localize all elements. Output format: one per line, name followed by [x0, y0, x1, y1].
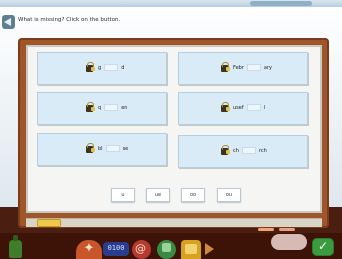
- word-card[interactable]: bl se: [37, 133, 167, 166]
- missing-letters-slot[interactable]: [246, 64, 261, 71]
- padlock-icon: [86, 102, 95, 112]
- word-card[interactable]: usef l: [178, 92, 308, 125]
- star-button[interactable]: ✦: [76, 240, 102, 259]
- padlock-icon: [221, 62, 230, 72]
- padlock-icon: [221, 102, 230, 112]
- sponge-eraser-icon: [37, 219, 61, 227]
- word-text: Febr ary: [233, 64, 273, 71]
- yellow-button[interactable]: [181, 240, 201, 259]
- option-button-ou[interactable]: ou: [217, 188, 241, 202]
- star-icon: ✦: [83, 241, 95, 256]
- green-button[interactable]: [157, 240, 176, 259]
- word-text: gd: [98, 64, 125, 71]
- word-card[interactable]: gd: [37, 52, 167, 85]
- bottle-icon[interactable]: [9, 235, 22, 258]
- missing-letters-slot[interactable]: [246, 104, 261, 111]
- clock-display[interactable]: 0100: [103, 242, 129, 256]
- ok-button[interactable]: ✓: [312, 238, 334, 256]
- decoration-icon: [271, 234, 307, 250]
- clock-digits: 0100: [107, 244, 125, 252]
- top-scroll-strip: [0, 0, 342, 7]
- word-text: ch rch: [233, 147, 267, 154]
- word-text: bl se: [98, 145, 129, 152]
- missing-letters-slot[interactable]: [241, 147, 256, 154]
- folder-icon: [185, 244, 197, 254]
- missing-letters-slot[interactable]: [105, 145, 120, 152]
- chalk-icon: [279, 228, 295, 231]
- missing-letters-slot[interactable]: [104, 104, 119, 111]
- chalk-icon: [258, 228, 274, 231]
- check-icon: ✓: [317, 239, 329, 253]
- padlock-icon: [86, 62, 95, 72]
- option-button-oo[interactable]: oo: [181, 188, 205, 202]
- padlock-icon: [86, 143, 95, 153]
- option-button-ue[interactable]: ue: [146, 188, 170, 202]
- missing-letters-slot[interactable]: [104, 64, 119, 71]
- swirl-icon: @: [135, 242, 146, 255]
- option-button-u[interactable]: u: [111, 188, 135, 202]
- swirl-button[interactable]: @: [132, 240, 151, 259]
- instruction-text: What is missing? Click on the button.: [18, 17, 121, 23]
- speaker-icon: [4, 18, 11, 26]
- word-card[interactable]: ch rch: [178, 135, 308, 168]
- speaker-button[interactable]: [2, 15, 15, 29]
- word-text: q en: [98, 104, 128, 111]
- scrollbar-thumb[interactable]: [250, 1, 312, 6]
- word-card[interactable]: q en: [37, 92, 167, 125]
- word-text: usef l: [233, 104, 266, 111]
- chalk-tray: [26, 218, 322, 227]
- padlock-icon: [221, 145, 230, 155]
- word-card[interactable]: Febr ary: [178, 52, 308, 85]
- play-icon[interactable]: [205, 243, 214, 255]
- square-icon: [162, 243, 171, 252]
